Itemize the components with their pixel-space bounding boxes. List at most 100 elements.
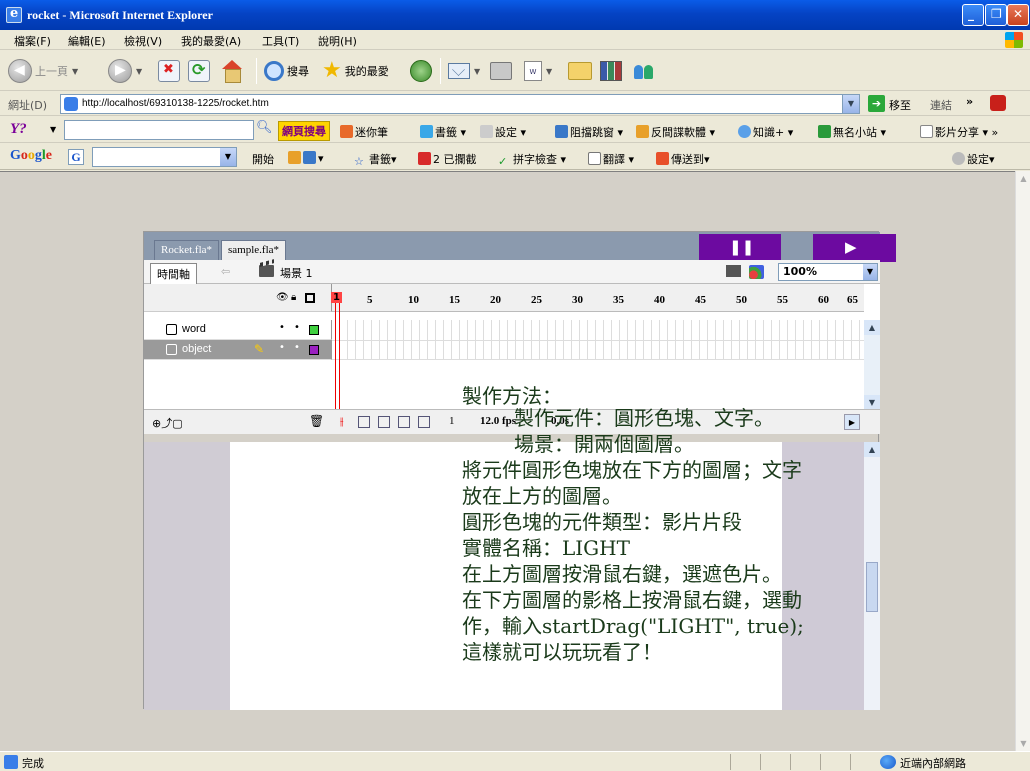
home-icon [220,60,244,83]
trash-icon[interactable]: 🗑︎ [309,414,324,428]
edit-symbol-icon[interactable] [749,265,764,279]
google-menu-icon[interactable]: G [68,149,84,165]
zoom-select[interactable]: 100% ▼ [778,263,878,281]
yahoo-item-settings[interactable]: 設定 ▾ [480,124,526,140]
layer-outline-swatch[interactable] [309,345,319,355]
links-label[interactable]: 連結 [930,97,952,113]
stop-button[interactable] [158,58,180,84]
google-item-send-to[interactable]: 傳送到▾ [656,151,710,167]
yahoo-web-search-button[interactable]: 網頁搜尋 [278,121,330,141]
search-icon[interactable]: 🔍︎ [256,120,273,135]
mail-button[interactable]: ▼ [448,58,480,84]
yahoo-item-mini-pen[interactable]: 迷你筆 [340,124,388,140]
menu-edit[interactable]: 編輯(E) [68,33,106,49]
frame-tick: 65 [847,294,858,306]
frame-grid[interactable] [332,320,864,360]
scroll-down-icon[interactable]: ▼ [1016,736,1030,751]
google-item-start[interactable]: 開始 [252,151,274,167]
menu-file[interactable]: 檔案(F) [14,33,51,49]
messenger-button[interactable] [632,58,656,84]
back-arrow-icon[interactable]: ⇦ [221,265,230,278]
close-button[interactable]: ✕ [1007,4,1029,26]
back-button[interactable]: 上一頁 ▼ [8,58,78,84]
zoom-value: 100% [783,265,817,278]
layer-object[interactable]: object ✎ • • [144,340,332,360]
eye-icon[interactable]: 👁︎ [276,292,289,303]
history-icon [410,60,432,82]
yahoo-item-knowledge[interactable]: 知識+ ▾ [738,124,793,140]
chevron-down-icon[interactable]: ▼ [220,148,236,166]
instruction-line: 在下方圖層的影格上按滑鼠右鍵，選動 [462,588,802,612]
research-button[interactable] [600,58,622,84]
acrobat-icon[interactable] [990,95,1006,111]
onion-markers-icon[interactable] [418,416,430,428]
print-button[interactable] [490,58,512,84]
edit-button[interactable]: W ▼ [524,58,552,84]
menu-favorites[interactable]: 我的最愛(A) [181,33,241,49]
onion-outline-icon[interactable] [378,416,390,428]
next-step-button[interactable]: ▶ [813,234,896,262]
folder-button[interactable] [568,58,592,84]
pause-button[interactable]: ❚❚ [699,234,781,262]
visibility-dot[interactable]: • [279,322,285,333]
menu-help[interactable]: 說明(H) [318,33,357,49]
yahoo-item-popup-blocker[interactable]: 阻擋跳窗 ▾ [555,124,623,140]
yahoo-logo[interactable]: Y? [10,121,27,138]
tab-sample[interactable]: sample.fla* [221,240,287,260]
scroll-up-icon[interactable]: ▲ [1016,171,1030,186]
popup-blocked-icon [418,152,431,165]
google-item-popup-blocked[interactable]: 2 已攔截 [418,151,477,167]
google-item-settings[interactable]: 設定▾ [952,151,995,167]
favorites-button[interactable]: ★ 我的最愛 [322,58,389,84]
go-button[interactable]: 移至 [889,97,911,113]
outline-icon[interactable] [305,293,315,303]
home-button[interactable] [220,58,244,84]
center-frame-icon[interactable]: ⫲ [340,415,344,429]
status-cell [850,754,880,770]
playhead[interactable] [331,292,342,422]
chevron-down-icon: ▼ [136,66,143,76]
search-button[interactable]: 搜尋 [264,58,309,84]
google-item-translate[interactable]: 翻譯 ▾ [588,151,634,167]
address-input[interactable]: http://localhost/69310138-1225/rocket.ht… [60,94,860,114]
yahoo-item-anti-spyware[interactable]: 反間諜軟體 ▾ [636,124,715,140]
lock-dot[interactable]: • [294,322,300,333]
instruction-line: 將元件圓形色塊放在下方的圖層；文字 [462,458,802,482]
google-search-input[interactable]: ▼ [92,147,237,167]
go-arrow-icon[interactable]: ➔ [868,95,885,112]
menu-view[interactable]: 檢視(V) [124,33,162,49]
lock-icon[interactable]: 🔒︎ [291,292,296,303]
frame-tick: 40 [654,294,665,306]
refresh-button[interactable] [188,58,210,84]
timeline-button[interactable]: 時間軸 [150,263,197,285]
more-chevron-icon[interactable]: » [966,95,973,108]
maximize-button[interactable]: ❐ [985,4,1007,26]
google-logo[interactable]: Google [10,148,52,164]
yahoo-search-input[interactable] [64,120,254,140]
scroll-up-icon[interactable]: ▲ [864,320,880,335]
layer-outline-swatch[interactable] [309,325,319,335]
layer-word[interactable]: word • • [144,320,332,340]
minimize-button[interactable]: _ [962,4,984,26]
google-item-bookmarks[interactable]: ☆ 書籤▾ [354,151,397,168]
lock-dot[interactable]: • [294,342,300,353]
yahoo-item-bookmarks[interactable]: 書籤 ▾ [420,124,466,140]
visibility-dot[interactable]: • [279,342,285,353]
google-item-tools[interactable]: ▾ [288,151,324,165]
tab-rocket[interactable]: Rocket.fla* [154,240,220,260]
add-layer-icon[interactable]: ⊕⤴▢ [152,415,183,431]
chevron-down-icon[interactable]: ▼ [842,95,859,113]
chevron-down-icon[interactable]: ▼ [50,125,56,134]
history-button[interactable] [410,58,432,84]
menu-tools[interactable]: 工具(T) [262,33,299,49]
document-icon: W [524,61,542,81]
google-item-spellcheck[interactable]: ✓ 拼字檢查 ▾ [498,151,566,168]
security-zone[interactable]: 近端內部網路 [880,755,966,771]
yahoo-item-video[interactable]: 影片分享 ▾ » [920,124,998,140]
page-vertical-scrollbar[interactable]: ▲ ▼ [1015,171,1030,751]
yahoo-item-wretch[interactable]: 無名小站 ▾ [818,124,886,140]
edit-multiple-icon[interactable] [398,416,410,428]
onion-skin-icon[interactable] [358,416,370,428]
forward-button[interactable]: ▼ [108,58,142,84]
edit-scene-icon[interactable] [726,265,741,277]
